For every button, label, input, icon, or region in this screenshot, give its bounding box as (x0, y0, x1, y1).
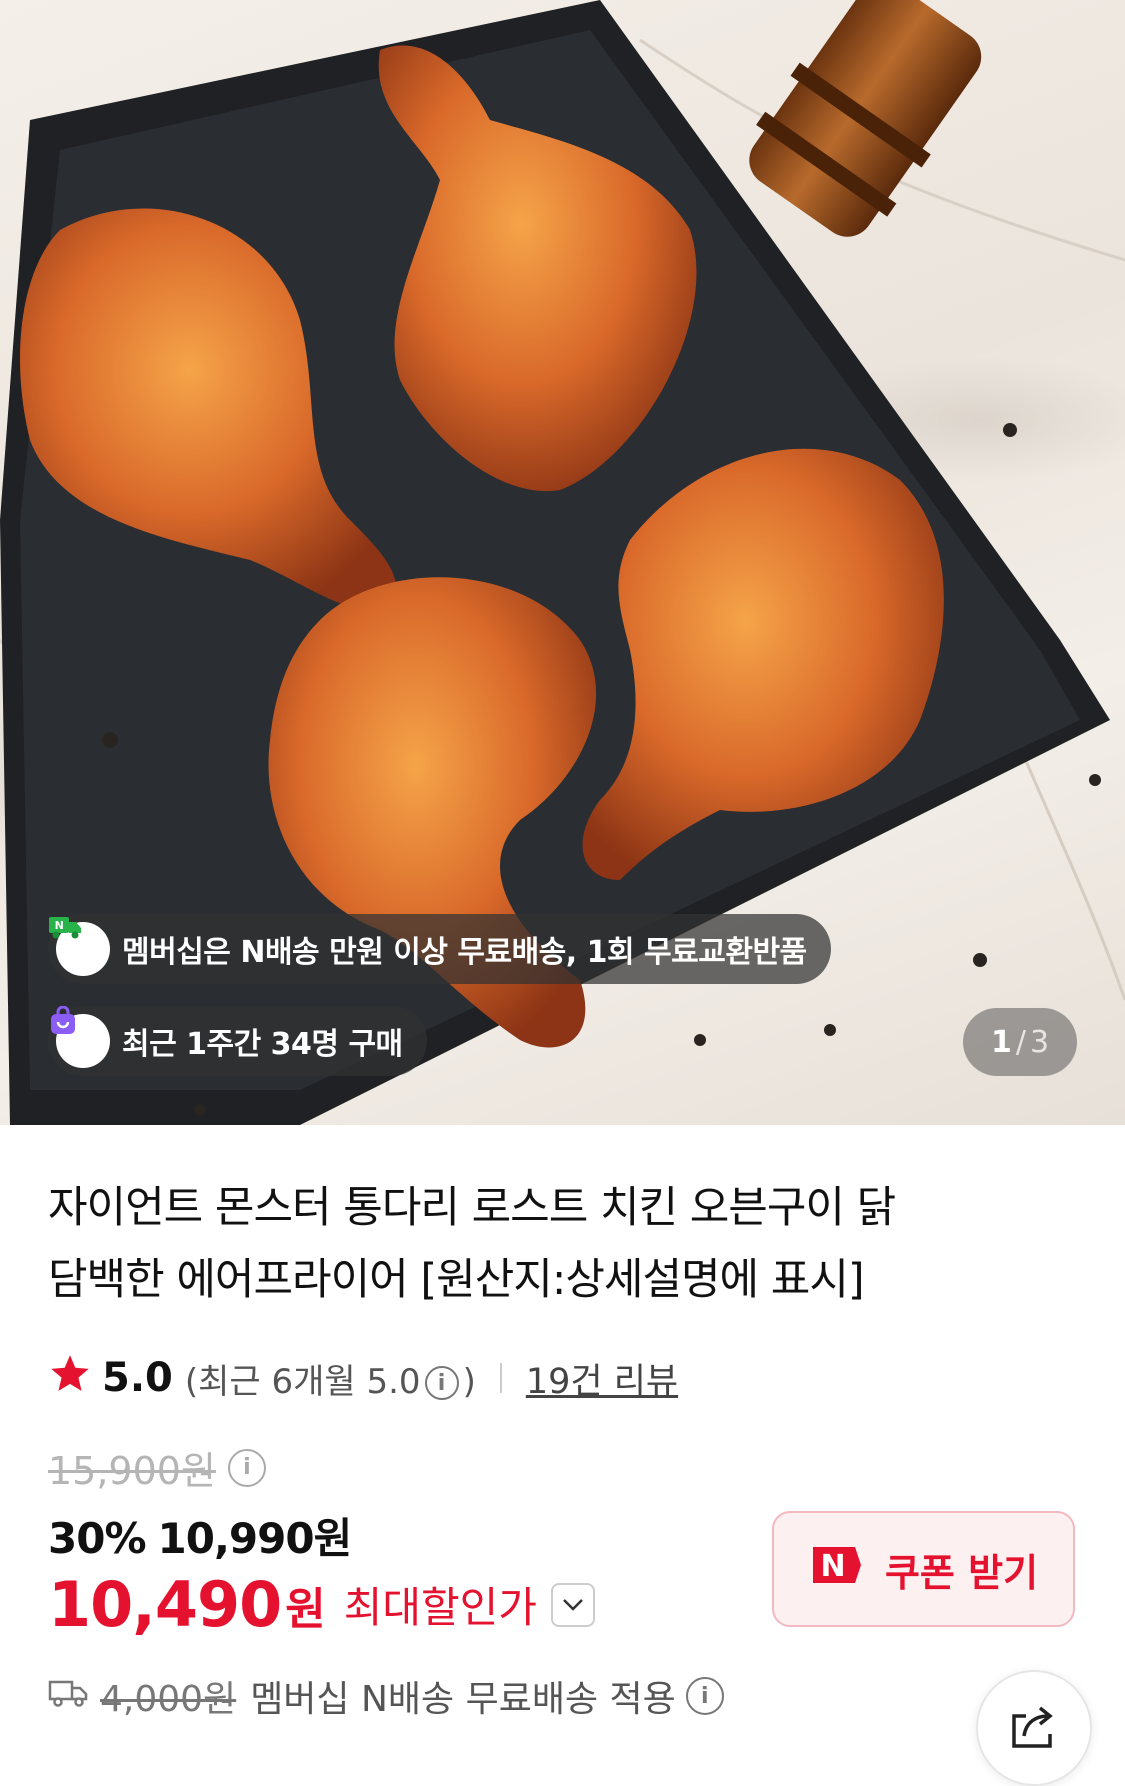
max-discount-price: 10,490 (48, 1568, 282, 1641)
max-discount-label: 최대할인가 (343, 1583, 537, 1632)
divider (499, 1363, 502, 1393)
star-icon (48, 1352, 92, 1405)
recent-rating: (최근 6개월 5.0 i) (185, 1354, 476, 1403)
recent-rating-text: (최근 6개월 5.0 (184, 1361, 421, 1402)
max-discount-row[interactable]: 10,490 원 최대할인가 (48, 1568, 595, 1641)
svg-text:N: N (55, 919, 64, 932)
chevron-down-icon[interactable] (550, 1582, 595, 1627)
info-icon[interactable]: i (424, 1366, 459, 1400)
info-icon[interactable]: i (685, 1677, 724, 1715)
shopping-bag-icon (51, 1006, 110, 1068)
shipping-fee: 4,000원 (100, 1679, 237, 1720)
purchase-notice-text: 최근 1주간 34명 구매 (122, 1027, 403, 1062)
original-price: 15,900원 i (48, 1440, 270, 1495)
image-counter-total: 3 (1029, 1024, 1050, 1060)
image-counter-current: 1 (990, 1024, 1012, 1060)
sale-price-row: 30% 10,990원 (48, 1505, 353, 1566)
shipping-text: 멤버십 N배송 무료배송 적용 (250, 1679, 676, 1720)
truck-outline-icon (48, 1676, 88, 1717)
product-title: 자이언트 몬스터 통다리 로스트 치킨 오븐구이 닭 담백한 에어프라이어 [원… (48, 1172, 1048, 1316)
coupon-button[interactable]: N 쿠폰 받기 (772, 1511, 1075, 1627)
share-button[interactable] (976, 1670, 1092, 1786)
membership-notice-pill[interactable]: N 멤버십은 N배송 만원 이상 무료배송, 1회 무료교환반품 (48, 914, 831, 984)
product-title-line1: 자이언트 몬스터 통다리 로스트 치킨 오븐구이 닭 (48, 1183, 896, 1233)
review-count-link[interactable]: 19건 리뷰 (526, 1353, 678, 1404)
purchase-notice-pill: 최근 1주간 34명 구매 (48, 1006, 427, 1076)
info-icon[interactable]: i (227, 1448, 266, 1487)
original-price-value: 15,900원 (48, 1449, 216, 1493)
recent-rating-close: ) (462, 1361, 476, 1402)
max-discount-currency: 원 (285, 1583, 326, 1635)
truck-icon: N (49, 917, 110, 976)
rating-row: 5.0 (최근 6개월 5.0 i) 19건 리뷰 (48, 1350, 678, 1406)
image-counter-separator: / (1015, 1024, 1026, 1060)
share-icon (1008, 1702, 1060, 1754)
naver-n-icon: N (809, 1543, 865, 1596)
image-counter: 1 / 3 (963, 1008, 1077, 1076)
coupon-label: 쿠폰 받기 (884, 1550, 1039, 1595)
rating-score: 5.0 (102, 1355, 173, 1401)
shipping-row: 4,000원 멤버십 N배송 무료배송 적용 i (48, 1670, 728, 1722)
discount-percent: 30% (48, 1514, 147, 1563)
sale-price: 10,990원 (157, 1514, 353, 1563)
product-image[interactable]: N 멤버십은 N배송 만원 이상 무료배송, 1회 무료교환반품 최근 1주간 … (0, 0, 1125, 1125)
coupon-badge: N (820, 1549, 845, 1584)
membership-notice-text: 멤버십은 N배송 만원 이상 무료배송, 1회 무료교환반품 (122, 935, 807, 970)
product-title-line2: 담백한 에어프라이어 [원산지:상세설명에 표시] (48, 1255, 865, 1305)
